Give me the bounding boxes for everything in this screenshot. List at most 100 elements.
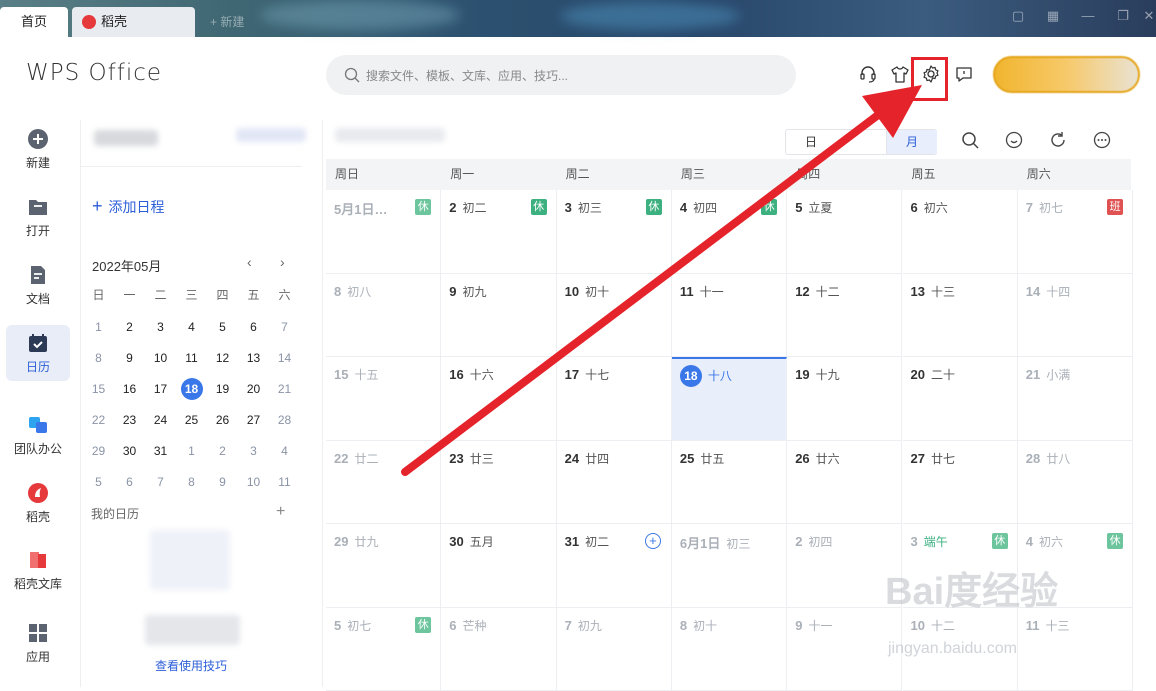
day-cell[interactable]: 5初七休 xyxy=(326,608,441,691)
new-tab-button[interactable]: + 新建 xyxy=(210,7,244,37)
day-cell[interactable]: 6初六 xyxy=(903,190,1018,274)
mini-day[interactable]: 9 xyxy=(207,471,238,493)
day-cell[interactable]: 21小满 xyxy=(1018,357,1133,441)
mini-day[interactable]: 28 xyxy=(269,409,300,431)
day-cell[interactable]: 11十三 xyxy=(1018,608,1133,691)
day-cell[interactable]: 9十一 xyxy=(787,608,902,691)
restore-icon[interactable]: ❐ xyxy=(1116,9,1130,23)
mini-day[interactable]: 17 xyxy=(145,378,176,400)
nav-team-office[interactable]: 团队办公 xyxy=(6,414,70,457)
close-icon[interactable]: ✕ xyxy=(1142,9,1156,23)
day-cell[interactable]: 14十四 xyxy=(1018,274,1133,358)
search-icon[interactable] xyxy=(961,131,979,149)
day-cell[interactable]: 22廿二 xyxy=(326,441,441,525)
mini-day[interactable]: 10 xyxy=(238,471,269,493)
mini-day[interactable]: 7 xyxy=(145,471,176,493)
nav-apps[interactable]: 应用 xyxy=(6,622,70,665)
nav-docer[interactable]: 稻壳 xyxy=(6,482,70,525)
mini-day[interactable]: 6 xyxy=(238,316,269,338)
mini-day[interactable]: 8 xyxy=(176,471,207,493)
mini-day[interactable]: 10 xyxy=(145,347,176,369)
headset-icon[interactable] xyxy=(858,64,878,84)
mini-day[interactable]: 31 xyxy=(145,440,176,462)
day-cell[interactable]: 27廿七 xyxy=(903,441,1018,525)
mini-day[interactable]: 24 xyxy=(145,409,176,431)
mini-today[interactable]: 18 xyxy=(181,378,203,400)
day-cell[interactable]: 7初九 xyxy=(557,608,672,691)
mini-day[interactable]: 5 xyxy=(83,471,114,493)
mini-day[interactable]: 13 xyxy=(238,347,269,369)
window-layout-icon[interactable]: ▢ xyxy=(1011,9,1025,23)
mini-day[interactable]: 3 xyxy=(145,316,176,338)
day-cell[interactable]: 19十九 xyxy=(787,357,902,441)
mini-day[interactable]: 27 xyxy=(238,409,269,431)
mini-day[interactable]: 2 xyxy=(114,316,145,338)
day-cell[interactable]: 7初七班 xyxy=(1018,190,1133,274)
mini-day[interactable]: 7 xyxy=(269,316,300,338)
day-cell[interactable]: 10初十 xyxy=(557,274,672,358)
message-icon[interactable] xyxy=(954,64,974,84)
tab-docer[interactable]: 稻壳 xyxy=(72,7,195,37)
day-cell[interactable]: 18十八 xyxy=(672,357,787,441)
minimize-icon[interactable]: — xyxy=(1081,9,1095,23)
usage-tips-link[interactable]: 查看使用技巧 xyxy=(155,657,227,674)
account-button[interactable] xyxy=(993,56,1140,93)
mini-day[interactable]: 20 xyxy=(238,378,269,400)
mini-day[interactable]: 5 xyxy=(207,316,238,338)
mini-day[interactable]: 22 xyxy=(83,409,114,431)
day-cell[interactable]: 25廿五 xyxy=(672,441,787,525)
day-cell[interactable]: 28廿八 xyxy=(1018,441,1133,525)
day-cell[interactable]: 8初十 xyxy=(672,608,787,691)
day-cell[interactable]: 15十五 xyxy=(326,357,441,441)
mini-day[interactable]: 30 xyxy=(114,440,145,462)
refresh-icon[interactable] xyxy=(1049,131,1067,149)
day-cell[interactable]: 3初三休 xyxy=(557,190,672,274)
mini-day[interactable]: 25 xyxy=(176,409,207,431)
mini-day[interactable]: 3 xyxy=(238,440,269,462)
day-cell[interactable]: 6月1日初三 xyxy=(672,524,787,608)
day-cell[interactable]: 5月1日…休 xyxy=(326,190,441,274)
mini-day[interactable]: 26 xyxy=(207,409,238,431)
view-month-button[interactable]: 月 xyxy=(886,130,937,154)
add-calendar-icon[interactable]: + xyxy=(276,503,285,521)
day-cell[interactable]: 20二十 xyxy=(903,357,1018,441)
mini-day[interactable]: 16 xyxy=(114,378,145,400)
mini-day[interactable]: 11 xyxy=(176,347,207,369)
day-cell[interactable]: 31初二+ xyxy=(557,524,672,608)
day-cell[interactable]: 30五月 xyxy=(441,524,556,608)
skin-shirt-icon[interactable] xyxy=(890,64,910,84)
day-cell[interactable]: 16十六 xyxy=(441,357,556,441)
tab-home[interactable]: 首页 xyxy=(0,7,68,37)
mini-day[interactable]: 2 xyxy=(207,440,238,462)
day-cell[interactable]: 11十一 xyxy=(672,274,787,358)
day-cell[interactable]: 17十七 xyxy=(557,357,672,441)
day-cell[interactable]: 24廿四 xyxy=(557,441,672,525)
day-cell[interactable]: 6芒种 xyxy=(441,608,556,691)
search-input[interactable]: 搜索文件、模板、文库、应用、技巧... xyxy=(326,55,796,95)
mini-day[interactable]: 12 xyxy=(207,347,238,369)
more-icon[interactable] xyxy=(1093,131,1111,149)
mini-day[interactable]: 4 xyxy=(176,316,207,338)
view-day-button[interactable]: 日 xyxy=(786,130,836,154)
nav-new[interactable]: 新建 xyxy=(6,128,70,171)
mini-day[interactable]: 15 xyxy=(83,378,114,400)
add-schedule-button[interactable]: +添加日程 xyxy=(92,196,165,217)
mini-day[interactable]: 14 xyxy=(269,347,300,369)
add-event-icon[interactable]: + xyxy=(645,533,661,549)
mini-day[interactable]: 8 xyxy=(83,347,114,369)
mini-day[interactable]: 21 xyxy=(269,378,300,400)
mini-day[interactable]: 9 xyxy=(114,347,145,369)
mini-day[interactable]: 19 xyxy=(207,378,238,400)
day-cell[interactable]: 8初八 xyxy=(326,274,441,358)
window-grid-icon[interactable]: ▦ xyxy=(1046,9,1060,23)
nav-open[interactable]: 打开 xyxy=(6,196,70,239)
smiley-icon[interactable] xyxy=(1005,131,1023,149)
mini-day[interactable]: 6 xyxy=(114,471,145,493)
mini-day[interactable]: 1 xyxy=(83,316,114,338)
day-cell[interactable]: 5立夏 xyxy=(787,190,902,274)
mini-day[interactable]: 29 xyxy=(83,440,114,462)
day-cell[interactable]: 9初九 xyxy=(441,274,556,358)
nav-calendar[interactable]: 日历 xyxy=(6,325,70,381)
day-cell[interactable]: 26廿六 xyxy=(787,441,902,525)
mini-day[interactable]: 4 xyxy=(269,440,300,462)
